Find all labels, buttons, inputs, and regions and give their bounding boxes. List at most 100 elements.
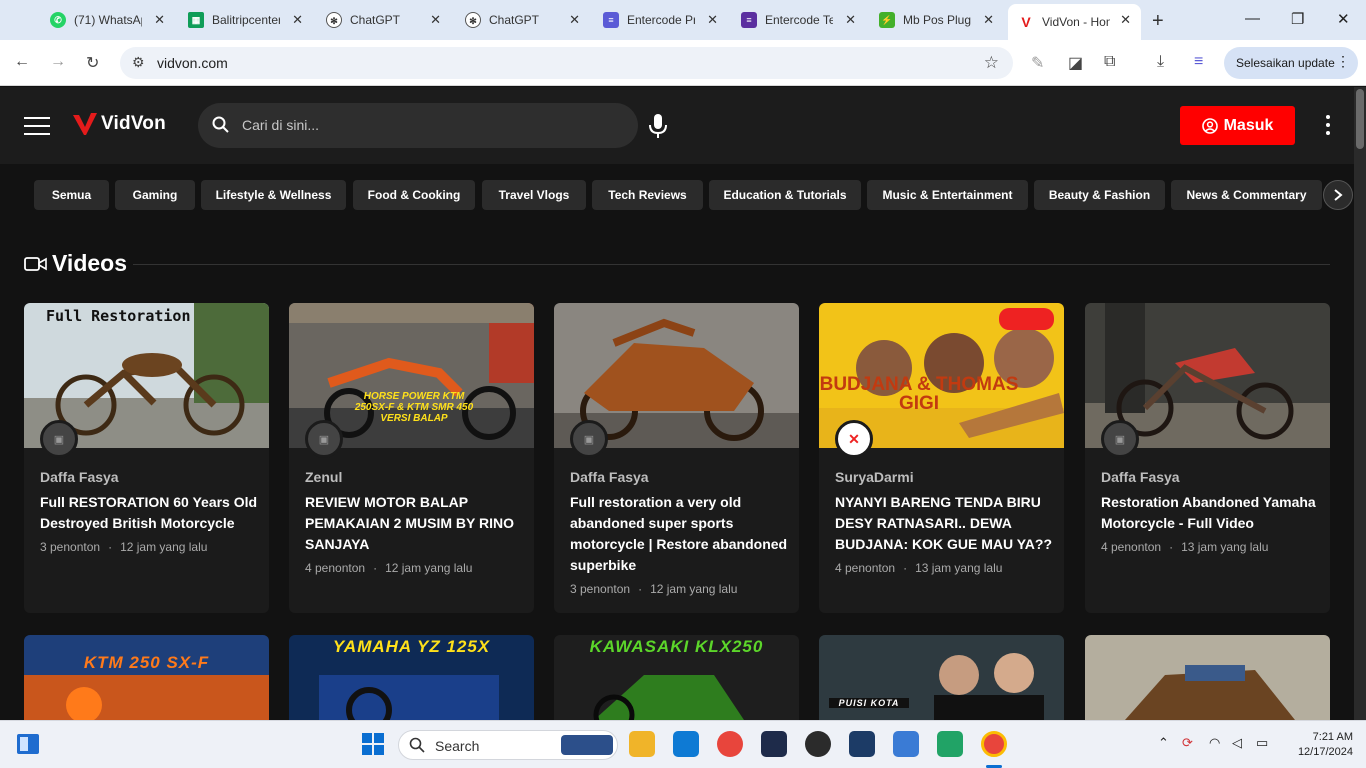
address-bar[interactable]: ⚙ vidvon.com ☆	[120, 47, 1013, 79]
speaker-icon[interactable]: ◁	[1232, 735, 1242, 751]
tab-whatsapp[interactable]: ✆ (71) WhatsApp ✕	[40, 6, 175, 34]
hs-app-icon[interactable]	[805, 731, 831, 757]
channel-name[interactable]: SuryaDarmi	[835, 469, 914, 485]
video-card[interactable]: BUDJANA & THOMAS GIGI ✕ SuryaDarmi NYANY…	[819, 303, 1064, 613]
minimize-icon[interactable]: —	[1245, 10, 1260, 27]
chip-beauty[interactable]: Beauty & Fashion	[1034, 180, 1165, 210]
tab-chatgpt-2[interactable]: ✻ ChatGPT ✕	[455, 6, 590, 34]
page-scrollbar[interactable]	[1354, 87, 1366, 720]
terminal-icon[interactable]	[761, 731, 787, 757]
windows-taskbar: Search ⌃ ⟳ ◠ ◁ ▭ 7:21 AM 12/17/2024	[0, 720, 1366, 768]
microphone-icon[interactable]	[649, 113, 667, 144]
chip-education[interactable]: Education & Tutorials	[709, 180, 861, 210]
close-icon[interactable]: ✕	[569, 12, 580, 28]
chip-food[interactable]: Food & Cooking	[353, 180, 475, 210]
more-options-icon[interactable]	[1321, 115, 1335, 135]
bookmark-star-icon[interactable]: ☆	[984, 53, 999, 73]
new-tab-icon[interactable]: +	[1152, 10, 1164, 33]
chevron-up-icon[interactable]: ⌃	[1158, 735, 1169, 751]
close-icon[interactable]: ✕	[845, 12, 856, 28]
site-info-icon[interactable]: ⚙	[132, 54, 145, 71]
chevron-right-icon[interactable]	[1323, 180, 1353, 210]
tab-entercode-2[interactable]: ≡ Entercode Tech ✕	[731, 6, 866, 34]
image-app-icon[interactable]	[849, 731, 875, 757]
tab-label: Entercode Tech	[765, 13, 833, 27]
close-icon[interactable]: ✕	[430, 12, 441, 28]
windows-start-icon[interactable]	[362, 733, 384, 760]
menu-icon[interactable]	[24, 117, 50, 135]
video-thumbnail[interactable]: YAMAHA YZ 125X	[289, 635, 534, 720]
video-thumbnail[interactable]	[1085, 635, 1330, 720]
taskbar-search[interactable]: Search	[398, 730, 618, 760]
chip-semua[interactable]: Semua	[34, 180, 109, 210]
search-icon[interactable]	[212, 116, 230, 139]
chip-gaming[interactable]: Gaming	[115, 180, 195, 210]
vscode-icon[interactable]	[673, 731, 699, 757]
avatar[interactable]: ▣	[40, 420, 78, 458]
chip-news[interactable]: News & Commentary	[1171, 180, 1322, 210]
download-icon[interactable]: ⤓	[1157, 53, 1164, 71]
scrollbar-thumb[interactable]	[1356, 89, 1364, 149]
search-input[interactable]	[242, 111, 622, 139]
tab-label: ChatGPT	[489, 13, 540, 27]
sync-icon[interactable]: ⟳	[1182, 735, 1193, 751]
avatar[interactable]: ▣	[570, 420, 608, 458]
tab-balitripcenter[interactable]: ▦ Balitripcenter ✕	[178, 6, 313, 34]
close-icon[interactable]: ✕	[707, 12, 718, 28]
extension-icon[interactable]: ◪	[1068, 53, 1083, 73]
reload-icon[interactable]: ↻	[86, 53, 99, 73]
more-vert-icon[interactable]: ⋮	[1336, 53, 1350, 70]
meet-icon[interactable]	[937, 731, 963, 757]
close-window-icon[interactable]: ✕	[1337, 10, 1350, 28]
login-button[interactable]: Masuk	[1180, 106, 1295, 145]
channel-name[interactable]: Daffa Fasya	[40, 469, 119, 485]
video-title[interactable]: Restoration Abandoned Yamaha Motorcycle …	[1101, 492, 1321, 534]
channel-name[interactable]: Daffa Fasya	[1101, 469, 1180, 485]
channel-name[interactable]: Daffa Fasya	[570, 469, 649, 485]
forward-icon[interactable]: →	[50, 53, 66, 71]
puzzle-icon[interactable]: ⧉	[1104, 53, 1115, 71]
tab-mb-pos[interactable]: ⚡ Mb Pos Plugin ✕	[869, 6, 1004, 34]
tab-vidvon[interactable]: V VidVon - Home ✕	[1008, 4, 1141, 40]
chrome-icon[interactable]	[717, 731, 743, 757]
video-title[interactable]: Full RESTORATION 60 Years Old Destroyed …	[40, 492, 260, 534]
video-title[interactable]: NYANYI BARENG TENDA BIRU DESY RATNASARI.…	[835, 492, 1055, 555]
update-button[interactable]: Selesaikan update ⋮	[1224, 47, 1358, 79]
widgets-icon[interactable]	[16, 733, 40, 760]
url-text: vidvon.com	[157, 55, 228, 71]
close-icon[interactable]: ✕	[292, 12, 303, 28]
close-icon[interactable]: ✕	[983, 12, 994, 28]
avatar[interactable]: ▣	[1101, 420, 1139, 458]
close-icon[interactable]: ✕	[1120, 12, 1131, 28]
channel-name[interactable]: Zenul	[305, 469, 342, 485]
avatar[interactable]: ▣	[305, 420, 343, 458]
video-card[interactable]: Full Restoration ▣ Daffa Fasya Full REST…	[24, 303, 269, 613]
tab-chatgpt-1[interactable]: ✻ ChatGPT ✕	[316, 6, 451, 34]
chrome-active-icon[interactable]	[981, 731, 1007, 757]
chip-travel[interactable]: Travel Vlogs	[482, 180, 586, 210]
wifi-icon[interactable]: ◠	[1209, 735, 1220, 751]
avatar[interactable]: ✕	[835, 420, 873, 458]
site-logo[interactable]: VidVon	[73, 113, 166, 135]
edit-icon[interactable]: ✎	[1031, 53, 1044, 73]
video-card[interactable]: ▣ Daffa Fasya Full restoration a very ol…	[554, 303, 799, 613]
back-icon[interactable]: ←	[14, 53, 30, 71]
video-card[interactable]: ▣ Daffa Fasya Restoration Abandoned Yama…	[1085, 303, 1330, 613]
video-title[interactable]: REVIEW MOTOR BALAP PEMAKAIAN 2 MUSIM BY …	[305, 492, 525, 555]
restore-icon[interactable]: ❐	[1291, 10, 1304, 28]
close-icon[interactable]: ✕	[154, 12, 165, 28]
chip-music[interactable]: Music & Entertainment	[867, 180, 1028, 210]
taskbar-clock[interactable]: 7:21 AM 12/17/2024	[1283, 730, 1353, 760]
video-title[interactable]: Full restoration a very old abandoned su…	[570, 492, 790, 576]
video-thumbnail[interactable]: KAWASAKI KLX250	[554, 635, 799, 720]
notepad-icon[interactable]	[893, 731, 919, 757]
entercode-ext-icon[interactable]: ≡	[1194, 53, 1203, 71]
chip-lifestyle[interactable]: Lifestyle & Wellness	[201, 180, 346, 210]
tab-entercode-1[interactable]: ≡ Entercode Pro ✕	[593, 6, 728, 34]
file-explorer-icon[interactable]	[629, 731, 655, 757]
chip-tech[interactable]: Tech Reviews	[592, 180, 703, 210]
video-thumbnail[interactable]: PUISI KOTA	[819, 635, 1064, 720]
battery-icon[interactable]: ▭	[1256, 735, 1268, 751]
video-thumbnail[interactable]: KTM 250 SX-F	[24, 635, 269, 720]
video-card[interactable]: HORSE POWER KTM 250SX-F & KTM SMR 450 VE…	[289, 303, 534, 613]
